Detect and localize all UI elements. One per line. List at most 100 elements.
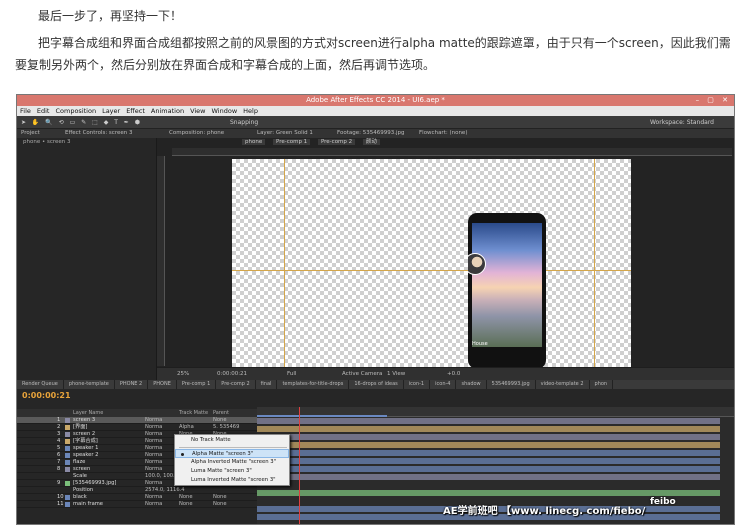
layer-duration-bar[interactable] [257,482,720,488]
timeline-tabs: Render Queue phone-template PHONE 2 PHONE Pr… [17,380,734,389]
layer-number: 3 [57,431,61,437]
comp-breadcrumbs: phone Pre-comp 1 Pre-comp 2 颜动 [242,138,386,147]
ruler-horizontal [172,148,732,156]
layer-row[interactable]: 10 black Norma None None [17,494,257,501]
layer-mode: Norma [145,480,163,486]
layer-duration-bar[interactable] [257,418,720,424]
matte-option-luma-inverted[interactable]: Luma Inverted Matte "screen 3" [175,476,289,485]
tab-footage[interactable]: Footage: 535469993.jpg [337,129,404,138]
tab-layer[interactable]: Layer: Green Solid 1 [257,129,313,138]
layer-row[interactable]: Position 2574.0, 1116.4 [17,487,257,494]
menu-edit[interactable]: Edit [34,106,53,116]
tl-tab-13[interactable]: video-template 2 [536,380,590,389]
matte-option-none[interactable]: No Track Matte [175,436,289,445]
layer-label-color[interactable] [65,502,70,507]
menu-view[interactable]: View [187,106,208,116]
layer-name: speaker 2 [73,452,99,458]
layer-row[interactable]: 2 [界面] Norma Alpha 5. 535469 [17,424,257,431]
layer-label-color[interactable] [65,453,70,458]
layer-label-color[interactable] [65,425,70,430]
time-ruler[interactable] [257,407,734,417]
menu-help[interactable]: Help [240,106,261,116]
guide-horizontal[interactable] [232,270,631,271]
layer-label-color[interactable] [65,460,70,465]
phone-mockup[interactable]: House [468,213,546,369]
layer-duration-bar[interactable] [257,490,720,496]
matte-option-luma[interactable]: Luma Matte "screen 3" [175,467,289,476]
current-time[interactable]: 0:00:00:21 [22,391,71,400]
comp-tab-4[interactable]: 颜动 [362,139,380,145]
comp-tab-phone[interactable]: phone [242,139,266,145]
layer-row[interactable]: 11 main frame Norma None None [17,501,257,508]
layer-label-color[interactable] [65,432,70,437]
comp-tab-precomp2[interactable]: Pre-comp 2 [317,139,356,145]
workspace-select[interactable]: Workspace: Standard [650,116,714,129]
layer-mode: 2574.0, 1116.4 [145,487,185,493]
layer-duration-bar[interactable] [257,442,720,448]
article-paragraph-2: 把字幕合成组和界面合成组都按照之前的风景图的方式对screen进行alpha m… [15,36,731,72]
col-track-matte[interactable]: Track Matte [179,409,208,417]
layer-label-color[interactable] [65,495,70,500]
layer-duration-bar[interactable] [257,434,720,440]
selected-dot-icon [181,453,184,456]
menu-composition[interactable]: Composition [52,106,99,116]
layer-duration-bar[interactable] [257,458,720,464]
col-layer-name[interactable]: Layer Name [73,409,103,417]
layer-duration-bar[interactable] [257,474,720,480]
tl-tab-11[interactable]: shadow [456,380,487,389]
col-parent[interactable]: Parent [213,409,229,417]
layer-number: 1 [57,417,61,423]
matte-option-alpha[interactable]: Alpha Matte "screen 3" [175,449,289,458]
layer-number: 4 [57,438,61,444]
layer-number: 6 [57,452,61,458]
playhead[interactable] [299,407,300,524]
layer-label-color[interactable] [65,481,70,486]
layer-duration-bar[interactable] [257,466,720,472]
tl-tab-9[interactable]: icon-1 [404,380,431,389]
tab-effect-controls[interactable]: Effect Controls: screen 3 [65,129,132,138]
layer-label-color[interactable] [65,418,70,423]
layer-label-color[interactable] [65,467,70,472]
layer-parent: None [213,501,227,507]
menu-window[interactable]: Window [209,106,241,116]
tl-tab-6[interactable]: final [256,380,278,389]
track-matte-dropdown: No Track Matte Alpha Matte "screen 3" Al… [174,434,290,486]
composition-canvas[interactable]: House [232,159,631,369]
menu-animation[interactable]: Animation [148,106,187,116]
snapping-toggle[interactable]: Snapping [230,116,258,129]
watermark: AE学前班吧 【www. linecg. com/fiebo/ [443,506,646,517]
tl-tab-3[interactable]: PHONE [148,380,177,389]
layer-name: black [73,494,87,500]
comp-tab-precomp1[interactable]: Pre-comp 1 [272,139,311,145]
layer-row[interactable]: 1 screen 3 Norma None [17,417,257,424]
tl-tab-8[interactable]: 16-drops of ideas [349,380,404,389]
tl-tab-7[interactable]: templates-for-title-drops [277,380,350,389]
layer-duration-bar[interactable] [257,450,720,456]
tl-tab-1[interactable]: phone-template [64,380,115,389]
tl-tab-4[interactable]: Pre-comp 1 [177,380,217,389]
menu-effect[interactable]: Effect [123,106,148,116]
tab-project[interactable]: Project [21,129,40,138]
tl-tab-2[interactable]: PHONE 2 [115,380,149,389]
layer-mode: Norma [145,438,163,444]
tl-tab-12[interactable]: 535469993.jpg [487,380,536,389]
layer-duration-bar[interactable] [257,426,720,432]
layer-label-color[interactable] [65,446,70,451]
menu-file[interactable]: File [17,106,34,116]
tab-flowchart[interactable]: Flowchart: (none) [419,129,467,138]
guide-vertical-1[interactable] [284,159,285,367]
layer-label-color[interactable] [65,439,70,444]
matte-option-alpha-inverted[interactable]: Alpha Inverted Matte "screen 3" [175,458,289,467]
tab-composition[interactable]: Composition: phone [169,129,224,138]
window-controls[interactable]: – ▢ ✕ [696,95,731,106]
guide-vertical-2[interactable] [594,159,595,367]
work-area-bar[interactable] [257,415,387,417]
tl-tab-14[interactable]: phon [590,380,614,389]
tool-icons[interactable]: ➤ ✋ 🔍 ⟲ ▭ ✎ ⬚ ◆ T ✒ ⬢ [21,116,142,129]
menu-layer[interactable]: Layer [99,106,123,116]
ruler-vertical [157,156,165,366]
tl-tab-0[interactable]: Render Queue [17,380,64,389]
tl-tab-10[interactable]: icon-4 [430,380,457,389]
tl-tab-5[interactable]: Pre-comp 2 [216,380,256,389]
layer-number: 9 [57,480,61,486]
